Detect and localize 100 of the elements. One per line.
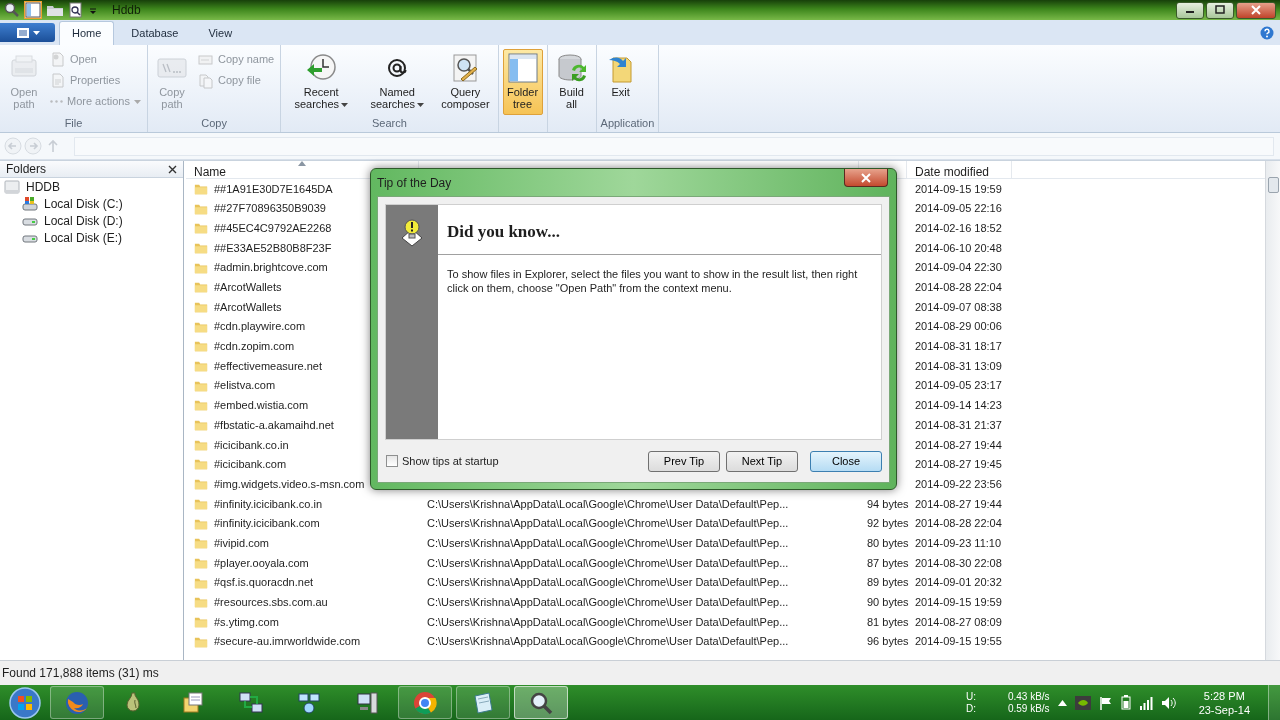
speed-label: D: [965,702,976,715]
file-name: #player.ooyala.com [214,555,309,571]
file-name: #ArcotWallets [214,280,282,296]
group-label: Copy [200,116,228,131]
ribbon-button[interactable]: Query composer [437,49,494,115]
close-button[interactable] [1236,1,1276,19]
tree-item[interactable]: HDDB [26,177,60,196]
group-label: File [63,116,84,131]
dialog-title: Tip of the Day [377,174,452,192]
ribbon-button[interactable]: Recent searches [285,49,358,115]
file-size: 80 bytes [867,536,909,549]
file-name: #icicibank.com [214,457,287,473]
maximize-button[interactable] [1206,1,1234,19]
close-icon [1251,5,1261,15]
ribbon-tab[interactable]: View [195,20,246,45]
group-label: Application [600,116,655,131]
file-size: 89 bytes [867,576,909,589]
ribbon-tab[interactable]: Database [118,20,192,45]
folder-icon [194,595,208,610]
file-name: #qsf.is.quoracdn.net [214,575,314,591]
tree-item[interactable]: Local Disk (D:) [44,211,123,230]
flag-icon[interactable] [1098,695,1113,710]
tray-app-icon[interactable] [1074,695,1091,710]
globe-icon [64,689,90,716]
file-size: 87 bytes [867,556,909,569]
file-name: #elistva.com [214,378,276,394]
file-name: #infinity.icicibank.co.in [214,496,322,512]
clock-date: 23-Sep-14 [1198,702,1250,717]
taskbar-button[interactable] [456,686,510,719]
file-name: #resources.sbs.com.au [214,595,328,611]
close-icon [861,172,871,183]
date-modified: 2014-08-27 19:45 [915,458,1002,471]
application-menu-button[interactable] [0,23,55,42]
folder-icon [194,221,208,236]
tree-item[interactable]: Local Disk (C:) [44,194,123,213]
close-button[interactable] [844,169,888,187]
file-size: 96 bytes [867,635,909,648]
search-icon[interactable] [4,2,20,18]
file-path: C:\Users\Krishna\AppData\Local\Google\Chrome\User Data\Default\Pep... [427,635,789,648]
folder-icon [194,457,208,472]
battery-icon[interactable] [1120,695,1131,710]
show-hidden-icon[interactable] [1057,699,1067,706]
documents-icon [180,689,206,716]
speaker-icon[interactable] [1160,695,1177,710]
dialog-button[interactable]: Close [810,450,882,472]
ribbon-button[interactable]: Exit [600,49,641,115]
date-modified: 2014-08-31 18:17 [915,340,1002,353]
scrollbar[interactable] [1265,161,1280,660]
forward-icon [24,137,42,155]
file-size: 94 bytes [867,497,909,510]
speed-label: U: [965,690,976,703]
file-name: #cdn.zopim.com [214,339,295,355]
dialog-button[interactable]: Next Tip [726,450,798,472]
file-name: ##1A91E30D7E1645DA [214,181,333,197]
file-path: C:\Users\Krishna\AppData\Local\Google\Chrome\User Data\Default\Pep... [427,556,789,569]
checkbox[interactable]: Show tips at startup [386,452,499,470]
close-icon[interactable] [168,164,177,174]
maximize-icon [1215,5,1225,15]
back-icon [4,137,22,155]
folder-icon [194,477,208,492]
signal-icon[interactable] [1138,695,1153,710]
column-header[interactable]: Date modified [915,165,990,179]
date-modified: 2014-06-10 20:48 [915,241,1002,254]
date-modified: 2014-08-29 00:06 [915,320,1002,333]
file-name: #embed.wistia.com [214,398,309,414]
dialog-button[interactable]: Prev Tip [648,450,720,472]
taskbar-button[interactable] [398,686,452,719]
speed-value: 0.43 kB/s [1007,690,1050,703]
window-title: Hddb [112,2,141,19]
help-icon[interactable] [1260,25,1274,40]
tip-text: To show files in Explorer, select the files you want to show in the result list, then right click on them, choose "Open Path" from the context menu. [446,266,859,296]
ribbon-button[interactable]: Build all [551,49,592,115]
file-name: #effectivemeasure.net [214,358,323,374]
group-label: Search [370,116,408,131]
date-modified: 2014-08-31 21:37 [915,418,1002,431]
network-icon [238,689,264,716]
tree-item[interactable]: Local Disk (E:) [44,228,123,247]
panel-icon[interactable] [25,2,41,18]
pane-title: Folders [6,161,46,178]
taskbar-button[interactable] [514,686,568,719]
file-size: 92 bytes [867,517,909,530]
file-name: ##E33AE52B80B8F23F [214,240,332,256]
file-name: #cdn.playwire.com [214,319,306,335]
ribbon-button[interactable]: Named searches [361,49,434,115]
file-name: #admin.brightcove.com [214,260,328,276]
show-desktop-button[interactable] [1268,685,1280,720]
clock[interactable]: 5:28 PM 23-Sep-14 [1198,688,1250,717]
minimize-button[interactable] [1176,1,1204,19]
column-header[interactable]: Name [194,165,226,179]
ribbon-button[interactable]: Folder tree [502,49,543,115]
search-document-icon[interactable] [68,2,84,18]
folder-icon [194,418,208,433]
date-modified: 2014-08-28 22:04 [915,281,1002,294]
clock-time: 5:28 PM [1203,688,1245,703]
ribbon-tab[interactable]: Home [59,20,115,45]
dots-icon [50,100,63,103]
file-path: C:\Users\Krishna\AppData\Local\Google\Chrome\User Data\Default\Pep... [427,497,789,510]
menu-icon [15,26,30,39]
file-name: #ArcotWallets [214,299,282,315]
folder-icon [194,359,208,374]
